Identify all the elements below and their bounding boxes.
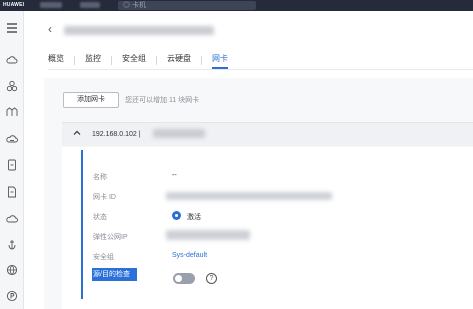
status-active-icon xyxy=(172,211,181,220)
cloud-icon[interactable] xyxy=(4,52,20,68)
add-nic-button[interactable]: 添加网卡 xyxy=(63,92,119,108)
redacted-menu-item[interactable] xyxy=(80,2,100,8)
anchor-icon[interactable] xyxy=(4,237,20,253)
security-group-link[interactable]: Sys-default xyxy=(172,252,207,259)
add-nic-hint: 您还可以增加 11 块网卡 xyxy=(125,97,200,104)
page-title xyxy=(64,26,214,35)
tab-overview[interactable]: 概览 xyxy=(48,52,74,68)
menu-icon[interactable] xyxy=(4,20,20,36)
nic-id-label: 网卡 ID xyxy=(93,194,116,201)
tab-security-group[interactable]: 安全组 xyxy=(112,52,156,68)
document-icon[interactable] xyxy=(4,184,20,200)
source-dest-check-toggle[interactable] xyxy=(173,273,195,284)
nic-id-value xyxy=(166,192,332,200)
source-dest-check-label: 源/目的检查 xyxy=(92,268,137,281)
nic-ip-address: 192.168.0.102 | xyxy=(92,131,141,138)
search-placeholder: ◎ 卡机 xyxy=(123,2,146,9)
left-sidebar xyxy=(0,11,24,309)
eip-label: 弹性公网IP xyxy=(93,234,128,241)
globe-icon[interactable] xyxy=(4,262,20,278)
cloud-storage-icon[interactable] xyxy=(4,131,20,147)
eip-value xyxy=(166,230,250,240)
redacted-menu-item[interactable] xyxy=(40,2,62,8)
tab-monitoring[interactable]: 监控 xyxy=(75,52,111,68)
tab-cloud-disk[interactable]: 云硬盘 xyxy=(157,52,201,68)
cloud-monitor-icon[interactable] xyxy=(4,211,20,227)
name-label: 名称 xyxy=(93,174,107,181)
network-icon[interactable] xyxy=(4,104,20,120)
help-icon[interactable]: ? xyxy=(206,273,217,284)
nic-name-redacted xyxy=(153,129,205,138)
cluster-icon[interactable] xyxy=(4,78,20,94)
back-icon[interactable]: ‹ xyxy=(48,23,52,35)
name-value: -- xyxy=(172,172,177,179)
search-input[interactable]: ◎ 卡机 xyxy=(118,1,256,10)
server-icon[interactable] xyxy=(4,157,20,173)
detail-accent-bar xyxy=(81,150,83,299)
detail-tabs: 概览 监控 安全组 云硬盘 网卡 xyxy=(48,52,238,69)
parking-icon[interactable] xyxy=(4,288,20,304)
status-value: 激活 xyxy=(187,214,201,221)
top-navigation-bar: HUAWEI ◎ 卡机 xyxy=(0,0,473,11)
chevron-up-icon[interactable] xyxy=(72,128,82,138)
tab-nic[interactable]: 网卡 xyxy=(202,52,238,69)
security-group-label: 安全组 xyxy=(93,254,114,261)
brand-logo[interactable]: HUAWEI xyxy=(3,2,24,8)
status-label: 状态 xyxy=(93,214,107,221)
nic-detail-body xyxy=(62,147,473,309)
tab-underline xyxy=(48,69,473,70)
